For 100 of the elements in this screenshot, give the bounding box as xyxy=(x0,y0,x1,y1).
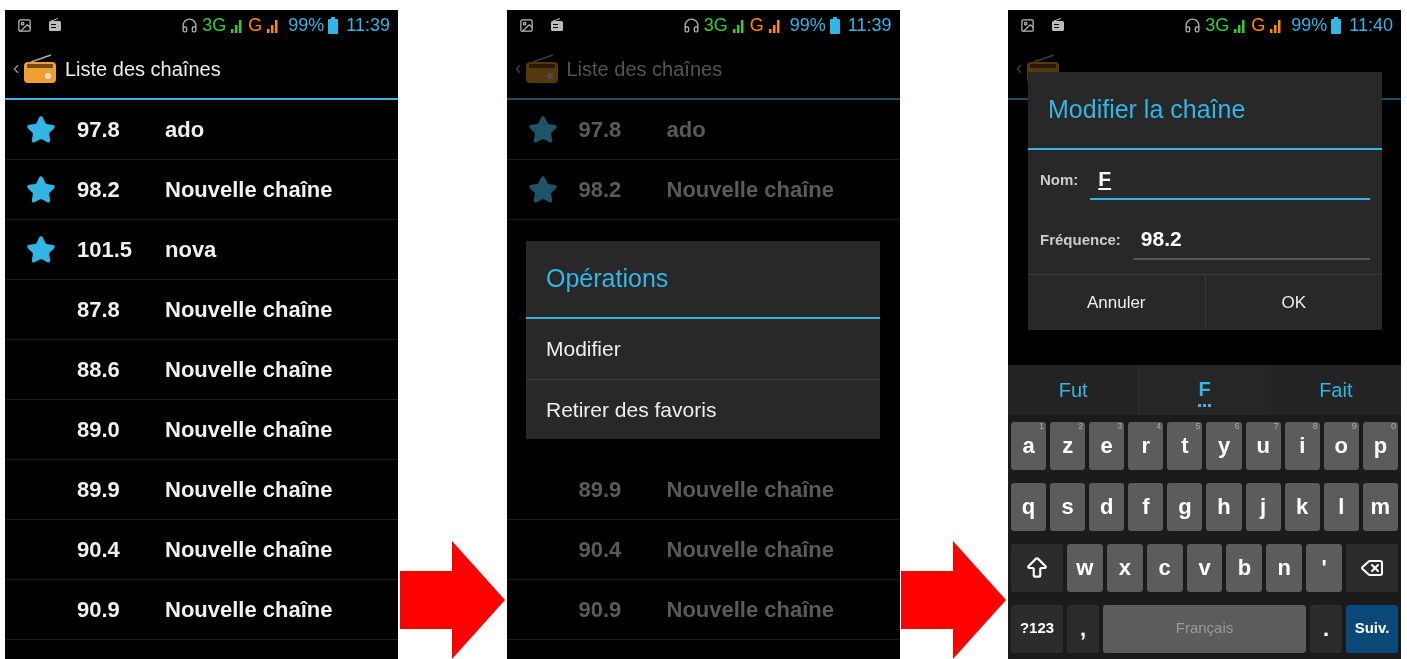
keyboard-key[interactable]: s xyxy=(1050,482,1086,531)
channel-frequency: 89.9 xyxy=(77,476,121,504)
channel-frequency: 97.8 xyxy=(77,116,121,144)
keyboard-key[interactable]: , xyxy=(1067,604,1099,653)
app-title: Liste des chaînes xyxy=(65,57,221,82)
battery-percent: 99% xyxy=(1291,16,1328,34)
channel-name: ado xyxy=(165,116,205,144)
key-hint: 6 xyxy=(1234,421,1240,431)
channel-name: Nouvelle chaîne xyxy=(165,536,333,564)
headphones-icon xyxy=(1184,16,1202,34)
dialog-button[interactable]: OK xyxy=(1204,275,1382,330)
channel-frequency: 88.6 xyxy=(77,356,121,384)
keyboard-key[interactable]: f xyxy=(1128,482,1164,531)
keyboard-key[interactable]: k xyxy=(1284,482,1320,531)
channel-name: Nouvelle chaîne xyxy=(165,356,333,384)
keyboard-key[interactable]: x xyxy=(1106,543,1143,592)
keyboard-key[interactable]: m xyxy=(1362,482,1398,531)
keyboard-key[interactable]: q xyxy=(1011,482,1047,531)
channel-frequency: 89.0 xyxy=(77,416,121,444)
keyboard-key[interactable]: y 6 xyxy=(1206,421,1242,470)
key-hint: 3 xyxy=(1117,421,1123,431)
channel-name: nova xyxy=(165,236,217,264)
network-label: 3G xyxy=(1205,16,1230,34)
clock-time: 11:39 xyxy=(847,16,892,34)
channel-frequency: 98.2 xyxy=(578,176,623,204)
menu-item[interactable]: Retirer des favoris xyxy=(526,379,880,439)
keyboard-key[interactable]: p 0 xyxy=(1362,421,1398,470)
radio-icon xyxy=(48,18,62,32)
radio-icon xyxy=(524,54,559,84)
keyboard-key[interactable]: d xyxy=(1089,482,1125,531)
input-field[interactable]: F xyxy=(1090,160,1370,200)
keyboard-key[interactable]: z 2 xyxy=(1050,421,1086,470)
radio-icon xyxy=(23,54,57,84)
keyboard-key[interactable]: l xyxy=(1323,482,1359,531)
keyboard-key[interactable]: v xyxy=(1186,543,1223,592)
battery-percent: 99% xyxy=(288,16,325,34)
channel-name: Nouvelle chaîne xyxy=(165,176,333,204)
network-label: 3G xyxy=(202,16,227,34)
keyboard-key[interactable]: . xyxy=(1310,604,1342,653)
key-hint: 2 xyxy=(1078,421,1084,431)
battery-icon xyxy=(1331,16,1342,34)
image-icon xyxy=(17,17,32,33)
key-hint: 5 xyxy=(1195,421,1201,431)
key-hint: 4 xyxy=(1156,421,1162,431)
keyboard-key[interactable]: a 1 xyxy=(1011,421,1047,470)
key-hint: 8 xyxy=(1312,421,1318,431)
signal-icon xyxy=(230,17,245,33)
battery-icon xyxy=(328,16,339,34)
keyboard-key[interactable]: h xyxy=(1206,482,1242,531)
keyboard-key[interactable]: j xyxy=(1245,482,1281,531)
keyboard-key[interactable]: Suiv. xyxy=(1346,604,1398,653)
key-hint: 7 xyxy=(1273,421,1279,431)
app-title: Liste des chaînes xyxy=(566,57,723,82)
keyboard-key[interactable]: g xyxy=(1167,482,1203,531)
channel-frequency: 98.2 xyxy=(77,176,121,204)
keyboard-key[interactable]: c xyxy=(1146,543,1183,592)
keyboard-key[interactable]: n xyxy=(1266,543,1303,592)
arrow-icon xyxy=(901,541,1007,659)
battery-percent: 99% xyxy=(789,16,826,34)
menu-item[interactable]: Modifier xyxy=(526,319,880,379)
signal-icon xyxy=(767,17,782,33)
radio-icon xyxy=(1051,18,1065,32)
channel-frequency: 87.8 xyxy=(77,296,121,324)
shift-icon xyxy=(1024,554,1050,581)
channel-name: Nouvelle chaîne xyxy=(165,296,333,324)
channel-frequency: 101.5 xyxy=(77,236,134,264)
channel-name: Nouvelle chaîne xyxy=(165,416,333,444)
key-hint: 0 xyxy=(1390,421,1396,431)
keyboard-key[interactable]: b xyxy=(1226,543,1263,592)
input-field[interactable]: 98.2 xyxy=(1132,220,1370,260)
shift-key[interactable] xyxy=(1011,543,1063,592)
keyboard-key[interactable]: t 5 xyxy=(1167,421,1203,470)
radio-icon xyxy=(549,18,564,32)
channel-name: ado xyxy=(666,116,706,144)
keyboard-key[interactable]: w xyxy=(1067,543,1103,592)
channel-frequency: 90.4 xyxy=(578,536,623,564)
keyboard-key[interactable]: o 9 xyxy=(1323,421,1359,470)
keyboard-key[interactable]: ' xyxy=(1306,543,1342,592)
signal-icon xyxy=(266,17,281,33)
keyboard-key[interactable]: i 8 xyxy=(1284,421,1320,470)
clock-time: 11:39 xyxy=(346,16,390,34)
network-label: G xyxy=(749,16,764,34)
channel-frequency: 89.9 xyxy=(578,476,623,504)
keyboard-key[interactable]: u 7 xyxy=(1245,421,1281,470)
image-icon xyxy=(518,17,534,33)
backspace-key[interactable] xyxy=(1346,543,1398,592)
signal-icon xyxy=(1269,17,1284,33)
channel-name: Nouvelle chaîne xyxy=(666,536,834,564)
dialog-button[interactable]: Annuler xyxy=(1028,275,1205,330)
channel-frequency: 90.9 xyxy=(77,596,121,624)
network-label: 3G xyxy=(703,16,728,34)
battery-icon xyxy=(829,16,840,34)
keyboard-key[interactable]: e 3 xyxy=(1089,421,1125,470)
keyboard-key[interactable]: r 4 xyxy=(1128,421,1164,470)
key-hint: 9 xyxy=(1351,421,1357,431)
keyboard-key[interactable]: ?123 xyxy=(1011,604,1063,653)
dialog-title: Opérations xyxy=(546,263,669,295)
signal-icon xyxy=(1233,17,1248,33)
channel-name: Nouvelle chaîne xyxy=(666,176,834,204)
channel-name: Nouvelle chaîne xyxy=(666,476,834,504)
